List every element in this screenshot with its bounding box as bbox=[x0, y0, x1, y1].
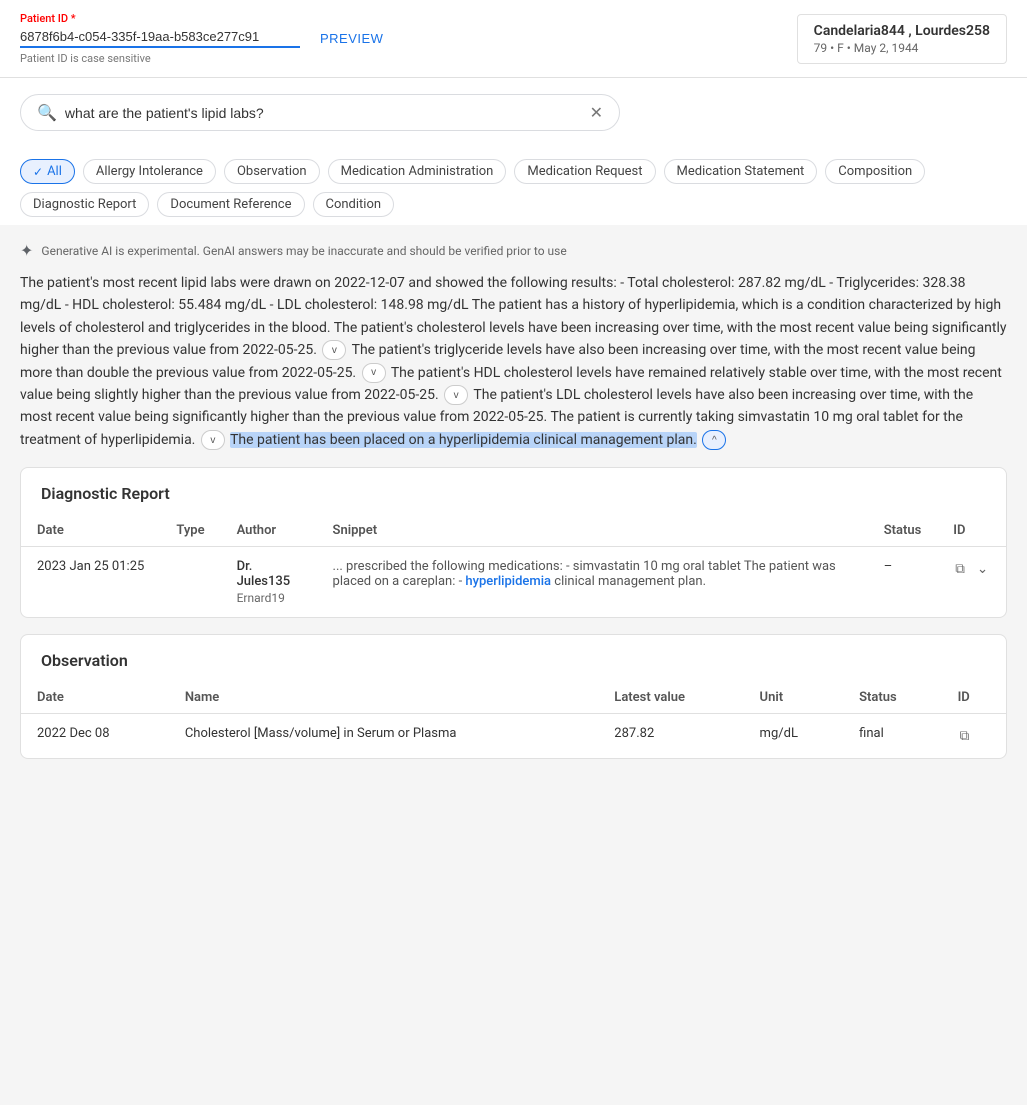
chip-observation[interactable]: Observation bbox=[224, 159, 320, 184]
diag-snippet-highlight-0: hyperlipidemia bbox=[465, 574, 551, 589]
obs-col-latest-value: Latest value bbox=[598, 682, 743, 714]
diag-snippet-0: ... prescribed the following medications… bbox=[317, 547, 868, 618]
chip-composition[interactable]: Composition bbox=[825, 159, 925, 184]
obs-status-0: final bbox=[843, 714, 941, 759]
ai-notice-text: Generative AI is experimental. GenAI ans… bbox=[41, 244, 566, 258]
expand-button-5[interactable]: ^ bbox=[702, 430, 726, 450]
obs-latest-value-0: 287.82 bbox=[598, 714, 743, 759]
expand-button-3[interactable]: v bbox=[444, 385, 468, 405]
observation-title: Observation bbox=[21, 635, 1006, 682]
observation-table: Date Name Latest value Unit Status ID 20… bbox=[21, 682, 1006, 758]
diag-author-0: Dr. Jules135 Ernard19 bbox=[221, 547, 317, 618]
expand-button-4[interactable]: v bbox=[201, 430, 225, 450]
col-date: Date bbox=[21, 515, 160, 547]
col-author: Author bbox=[221, 515, 317, 547]
chip-all[interactable]: ✓ All bbox=[20, 159, 75, 184]
patient-details: 79 • F • May 2, 1944 bbox=[814, 41, 990, 55]
search-input[interactable] bbox=[65, 105, 582, 121]
ai-star-icon: ✦ bbox=[20, 241, 33, 260]
patient-id-label-text: Patient ID bbox=[20, 12, 68, 25]
diag-row-actions-0: ⧉ ⌄ bbox=[953, 559, 990, 579]
ai-highlighted-text: The patient has been placed on a hyperli… bbox=[230, 432, 697, 448]
header: Patient ID * Patient ID is case sensitiv… bbox=[0, 0, 1027, 78]
observation-header-row: Date Name Latest value Unit Status ID bbox=[21, 682, 1006, 714]
obs-col-id: ID bbox=[942, 682, 1006, 714]
search-icon: 🔍 bbox=[37, 103, 57, 122]
filter-chips: ✓ All Allergy Intolerance Observation Me… bbox=[0, 147, 1027, 225]
diag-author-sub-0: Ernard19 bbox=[237, 591, 301, 605]
chip-document-reference[interactable]: Document Reference bbox=[157, 192, 304, 217]
patient-id-section: Patient ID * Patient ID is case sensitiv… bbox=[20, 12, 300, 65]
diagnostic-report-title: Diagnostic Report bbox=[21, 468, 1006, 515]
diag-status-0: – bbox=[868, 547, 938, 618]
chip-composition-label: Composition bbox=[838, 164, 912, 179]
search-clear-button[interactable]: ✕ bbox=[590, 105, 603, 121]
chip-medication-administration-label: Medication Administration bbox=[341, 164, 494, 179]
search-bar: 🔍 ✕ bbox=[20, 94, 620, 131]
chip-document-reference-label: Document Reference bbox=[170, 197, 291, 212]
chip-medication-statement[interactable]: Medication Statement bbox=[664, 159, 818, 184]
diag-date-0: 2023 Jan 25 01:25 bbox=[21, 547, 160, 618]
diagnostic-report-row-0: 2023 Jan 25 01:25 Dr. Jules135 Ernard19 … bbox=[21, 547, 1006, 618]
patient-id-label: Patient ID * bbox=[20, 12, 300, 25]
col-id: ID bbox=[937, 515, 1006, 547]
chip-allergy-intolerance[interactable]: Allergy Intolerance bbox=[83, 159, 216, 184]
obs-col-date: Date bbox=[21, 682, 169, 714]
diagnostic-report-table: Date Type Author Snippet Status ID 2023 … bbox=[21, 515, 1006, 617]
diagnostic-report-header-row: Date Type Author Snippet Status ID bbox=[21, 515, 1006, 547]
obs-id-0: ⧉ bbox=[942, 714, 1006, 759]
diag-copy-button-0[interactable]: ⧉ bbox=[953, 559, 967, 579]
chip-allergy-intolerance-label: Allergy Intolerance bbox=[96, 164, 203, 179]
chip-medication-request[interactable]: Medication Request bbox=[514, 159, 655, 184]
col-status: Status bbox=[868, 515, 938, 547]
observation-row-0: 2022 Dec 08 Cholesterol [Mass/volume] in… bbox=[21, 714, 1006, 759]
obs-col-status: Status bbox=[843, 682, 941, 714]
required-marker: * bbox=[68, 12, 76, 25]
diag-author-name-0: Dr. Jules135 bbox=[237, 559, 301, 589]
chip-observation-label: Observation bbox=[237, 164, 307, 179]
obs-col-unit: Unit bbox=[744, 682, 844, 714]
diag-id-0: ⧉ ⌄ bbox=[937, 547, 1006, 618]
expand-button-2[interactable]: v bbox=[362, 363, 386, 383]
diagnostic-report-section: Diagnostic Report Date Type Author Snipp… bbox=[20, 467, 1007, 618]
obs-copy-button-0[interactable]: ⧉ bbox=[958, 726, 972, 746]
patient-id-input[interactable] bbox=[20, 27, 300, 48]
patient-name: Candelaria844 , Lourdes258 bbox=[814, 23, 990, 39]
chip-medication-request-label: Medication Request bbox=[527, 164, 642, 179]
obs-date-0: 2022 Dec 08 bbox=[21, 714, 169, 759]
chip-diagnostic-report[interactable]: Diagnostic Report bbox=[20, 192, 149, 217]
chip-all-label: All bbox=[47, 164, 62, 179]
search-container: 🔍 ✕ bbox=[0, 78, 1027, 147]
obs-col-name: Name bbox=[169, 682, 598, 714]
col-snippet: Snippet bbox=[317, 515, 868, 547]
ai-response: The patient's most recent lipid labs wer… bbox=[20, 272, 1007, 451]
patient-id-hint: Patient ID is case sensitive bbox=[20, 52, 300, 65]
col-type: Type bbox=[160, 515, 220, 547]
main-content: ✦ Generative AI is experimental. GenAI a… bbox=[0, 225, 1027, 791]
chip-diagnostic-report-label: Diagnostic Report bbox=[33, 197, 136, 212]
patient-info-card: Candelaria844 , Lourdes258 79 • F • May … bbox=[797, 14, 1007, 64]
diag-expand-row-button-0[interactable]: ⌄ bbox=[975, 559, 990, 579]
preview-button[interactable]: PREVIEW bbox=[320, 31, 383, 46]
chip-condition[interactable]: Condition bbox=[313, 192, 395, 217]
chip-medication-administration[interactable]: Medication Administration bbox=[328, 159, 507, 184]
diag-date-text-0: 2023 Jan 25 01:25 bbox=[37, 559, 144, 574]
diag-type-0 bbox=[160, 547, 220, 618]
obs-name-0: Cholesterol [Mass/volume] in Serum or Pl… bbox=[169, 714, 598, 759]
ai-notice: ✦ Generative AI is experimental. GenAI a… bbox=[20, 241, 1007, 260]
chip-condition-label: Condition bbox=[326, 197, 382, 212]
obs-unit-0: mg/dL bbox=[744, 714, 844, 759]
check-icon: ✓ bbox=[33, 165, 43, 179]
diag-snippet-after-0: clinical management plan. bbox=[551, 574, 706, 589]
expand-button-1[interactable]: v bbox=[322, 340, 346, 360]
observation-section: Observation Date Name Latest value Unit … bbox=[20, 634, 1007, 759]
chip-medication-statement-label: Medication Statement bbox=[677, 164, 805, 179]
